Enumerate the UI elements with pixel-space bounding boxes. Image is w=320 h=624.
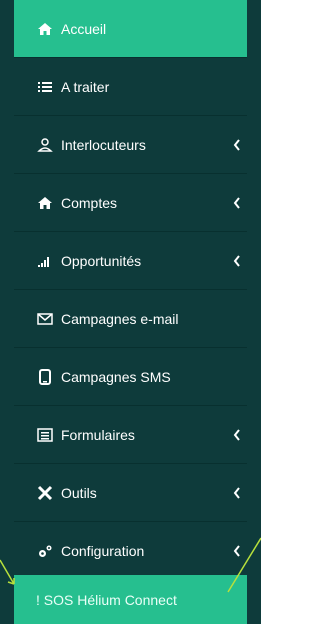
sidebar-item-label: Interlocuteurs — [61, 136, 146, 153]
chevron-left-icon — [233, 138, 240, 151]
phone-icon — [36, 368, 54, 386]
user-icon — [36, 136, 54, 154]
sidebar-item-label: Opportunités — [61, 252, 142, 269]
sidebar-item-comptes[interactable]: Comptes — [14, 174, 247, 232]
gears-icon — [36, 542, 54, 560]
sidebar-item-accueil[interactable]: Accueil — [14, 0, 247, 58]
sidebar-item-label: Configuration — [61, 542, 145, 559]
sidebar-item-configuration[interactable]: Configuration — [14, 522, 247, 580]
sidebar-item-label: ! SOS Hélium Connect — [36, 591, 177, 608]
chevron-left-icon — [233, 254, 240, 267]
sidebar: Accueil A traiter Interlocuteurs Comptes — [0, 0, 261, 624]
sidebar-item-label: Accueil — [61, 20, 107, 37]
envelope-icon — [36, 310, 54, 328]
sidebar-item-campagnes-email[interactable]: Campagnes e-mail — [14, 290, 247, 348]
home-icon — [36, 194, 54, 212]
chevron-left-icon — [233, 196, 240, 209]
sidebar-item-label: Campagnes e-mail — [61, 310, 179, 327]
sidebar-item-label: A traiter — [61, 78, 110, 95]
sidebar-item-label: Formulaires — [61, 426, 135, 443]
sidebar-item-campagnes-sms[interactable]: Campagnes SMS — [14, 348, 247, 406]
signal-icon — [36, 252, 54, 270]
sidebar-item-formulaires[interactable]: Formulaires — [14, 406, 247, 464]
sidebar-item-label: Comptes — [61, 194, 118, 211]
chevron-left-icon — [233, 544, 240, 557]
sidebar-item-interlocuteurs[interactable]: Interlocuteurs — [14, 116, 247, 174]
sidebar-item-label: Outils — [61, 484, 97, 501]
sidebar-item-label: Campagnes SMS — [61, 368, 171, 385]
sidebar-item-opportunites[interactable]: Opportunités — [14, 232, 247, 290]
tools-icon — [36, 484, 54, 502]
list-icon — [36, 78, 54, 96]
chevron-left-icon — [233, 428, 240, 441]
form-icon — [36, 426, 54, 444]
sidebar-item-outils[interactable]: Outils — [14, 464, 247, 522]
chevron-left-icon — [233, 486, 240, 499]
sidebar-item-sos-helium-connect[interactable]: ! SOS Hélium Connect — [14, 575, 247, 624]
home-icon — [36, 20, 54, 38]
sidebar-item-a-traiter[interactable]: A traiter — [14, 58, 247, 116]
